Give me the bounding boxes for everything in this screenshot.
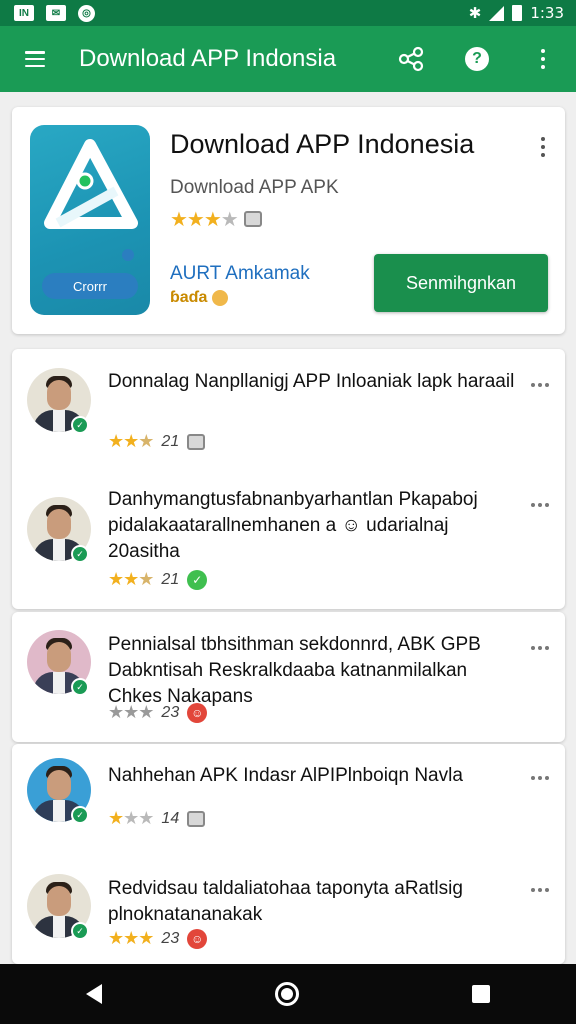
emoji-icon [211, 289, 228, 306]
verified-badge-icon: ✓ [71, 678, 89, 696]
hamburger-icon [25, 51, 45, 67]
verified-badge-icon: ✓ [71, 806, 89, 824]
help-button[interactable]: ? [444, 26, 510, 92]
clock: 1:33 [530, 4, 564, 22]
review-more-icon[interactable] [531, 503, 549, 507]
review-more-icon[interactable] [531, 383, 549, 387]
verified-badge-icon: ✓ [71, 922, 89, 940]
emoji-icon: ☺ [187, 928, 208, 949]
star-rating: ★★★ [108, 928, 154, 949]
developer-link[interactable]: AURT Amkamak [170, 263, 310, 285]
verified-badge-icon: ✓ [71, 545, 89, 563]
tag-icon [187, 810, 206, 827]
signal-icon [489, 5, 505, 21]
star-rating: ★★★★ [170, 207, 239, 231]
sync-icon: ◎ [78, 4, 95, 22]
more-vert-icon [541, 49, 545, 69]
review-meta: ★★★ 14 [108, 808, 206, 829]
review-meta: ★★★ 21 [108, 431, 206, 452]
tag-icon [243, 211, 262, 227]
share-icon [398, 46, 424, 72]
review-text: Donnalag Nanpllanigj APP Inloaniak lapk … [108, 371, 515, 392]
app-icon[interactable]: Crorrr [30, 125, 150, 315]
review-meta: ★★★ 23 ☺ [108, 928, 208, 949]
battery-icon [512, 5, 523, 21]
install-button[interactable]: Senmihgnkan [374, 254, 548, 312]
review-more-icon[interactable] [531, 646, 549, 650]
star-rating: ★★★ [108, 569, 154, 590]
reviews-card: ✓ Donnalag Nanpllanigj APP Inloaniak lap… [12, 349, 565, 609]
app-bar: Download APP Indonsia ? [0, 26, 576, 92]
verified-badge-icon: ✓ [71, 416, 89, 434]
review-text: Danhymangtusfabnanbyarhantlan Pkapaboj p… [108, 489, 478, 562]
menu-button[interactable] [0, 26, 70, 92]
review-count: 21 [161, 570, 180, 588]
review-count: 14 [161, 809, 180, 827]
app-name: Download APP Indonesia [170, 129, 475, 159]
review-text: Pennialsal tbhsithman sekdonnrd, ABK GPB… [108, 634, 481, 707]
review-text: Nahhehan APK Indasr AlPIPlnboiqn Navla [108, 765, 463, 786]
review-meta: ★★★ 23 ☺ [108, 702, 208, 723]
review-count: 23 [161, 929, 180, 947]
help-icon: ? [465, 47, 489, 71]
back-icon[interactable] [86, 984, 103, 1004]
star-rating: ★★★ [108, 702, 154, 723]
sim-icon: IN [14, 5, 34, 21]
overflow-menu-button[interactable] [510, 26, 576, 92]
dot-icon [122, 249, 134, 261]
review-card: ✓ Pennialsal tbhsithman sekdonnrd, ABK G… [12, 612, 565, 742]
star-rating: ★★★ [108, 431, 154, 452]
chat-icon: ✓ [187, 569, 208, 590]
emoji-icon: ☺ [187, 702, 208, 723]
app-title: Download APP Indonsia [79, 45, 337, 72]
review-count: 21 [161, 432, 180, 450]
home-icon[interactable] [274, 982, 299, 1006]
bluetooth-icon: ✱ [468, 4, 482, 22]
review-count: 23 [161, 703, 180, 721]
recents-icon[interactable] [471, 985, 490, 1003]
review-more-icon[interactable] [531, 776, 549, 780]
status-bar: IN ✉ ◎ ✱ 1:33 [0, 0, 576, 26]
mail-icon: ✉ [46, 5, 66, 21]
tag-icon [187, 433, 206, 450]
system-nav-bar [0, 964, 576, 1024]
review-meta: ★★★ 21 ✓ [108, 569, 208, 590]
badge-label: ɓaɗa [170, 289, 228, 307]
app-icon-button[interactable]: Crorrr [42, 273, 138, 299]
share-button[interactable] [378, 26, 444, 92]
reviews-card: ✓ Nahhehan APK Indasr AlPIPlnboiqn Navla… [12, 744, 565, 964]
app-info-card: Crorrr Download APP Indonesia Download A… [12, 107, 565, 334]
review-text: Redvidsau taldaliatohaa taponyta aRatlsi… [108, 878, 463, 925]
app-subtitle: Download APP APK [170, 177, 339, 198]
star-rating: ★★★ [108, 808, 154, 829]
review-more-icon[interactable] [531, 888, 549, 892]
app-logo-icon [44, 139, 138, 229]
app-rating: ★★★★ [170, 207, 262, 231]
card-more-icon[interactable] [541, 137, 545, 157]
